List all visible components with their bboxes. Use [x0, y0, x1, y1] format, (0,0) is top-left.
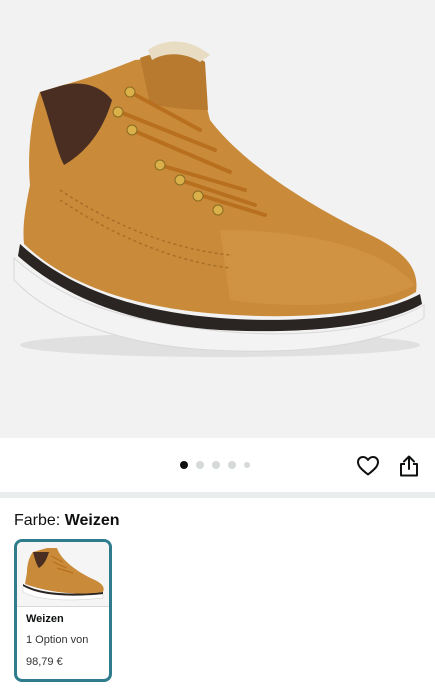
boot-thumbnail-icon	[22, 548, 104, 601]
color-selected-value: Weizen	[64, 512, 120, 529]
product-image[interactable]	[0, 0, 435, 438]
carousel-dots	[180, 460, 250, 470]
swatch-thumbnail	[17, 542, 109, 607]
color-swatch-weizen[interactable]: Weizen 1 Option von 98,79 €	[14, 539, 112, 682]
boot-product-image	[13, 41, 425, 357]
swatch-name: Weizen	[26, 613, 64, 625]
swatch-price: 98,79 €	[26, 656, 63, 668]
swatch-options: 1 Option von	[26, 634, 89, 646]
boot-toe	[220, 230, 415, 305]
carousel-dot[interactable]	[244, 462, 250, 468]
color-label: Farbe: Weizen	[14, 510, 120, 532]
carousel-controls	[0, 438, 435, 492]
heart-icon	[357, 456, 379, 476]
wishlist-button[interactable]	[356, 454, 380, 478]
share-icon	[400, 455, 418, 477]
color-label-prefix: Farbe:	[14, 512, 65, 529]
carousel-dot[interactable]	[228, 461, 236, 469]
share-button[interactable]	[397, 454, 421, 478]
section-divider	[0, 492, 435, 498]
carousel-dot-active[interactable]	[180, 461, 188, 469]
carousel-dot[interactable]	[212, 461, 220, 469]
carousel-dot[interactable]	[196, 461, 204, 469]
